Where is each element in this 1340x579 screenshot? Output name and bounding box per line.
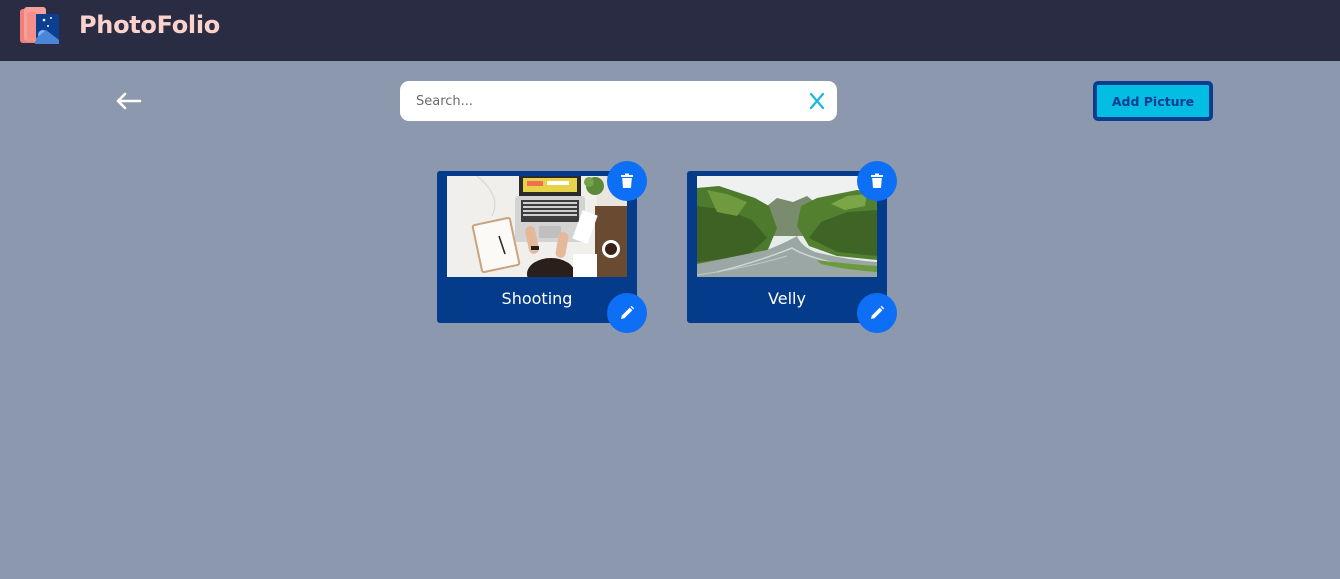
- laptop-desk-photo[interactable]: [447, 176, 627, 277]
- trash-icon: [621, 173, 633, 188]
- clear-search-button[interactable]: [809, 92, 825, 110]
- image-title: Velly: [768, 289, 806, 308]
- image-card[interactable]: Velly: [687, 161, 897, 333]
- photo-album-icon[interactable]: [18, 6, 62, 48]
- trash-icon: [871, 173, 883, 188]
- edit-image-button[interactable]: [607, 293, 647, 333]
- search-bar: [400, 81, 837, 121]
- edit-image-button[interactable]: [857, 293, 897, 333]
- canyon-river-photo[interactable]: [697, 176, 877, 277]
- pencil-icon: [871, 305, 885, 319]
- add-picture-button[interactable]: Add Picture: [1093, 81, 1213, 121]
- close-icon: [809, 92, 825, 110]
- image-title: Shooting: [501, 289, 573, 308]
- pencil-icon: [621, 305, 635, 319]
- brand-title[interactable]: PhotoFolio: [79, 11, 220, 39]
- arrow-left-icon: [116, 92, 142, 110]
- delete-image-button[interactable]: [607, 161, 647, 201]
- search-input[interactable]: [416, 82, 806, 120]
- image-card[interactable]: Shooting: [437, 161, 647, 333]
- navbar: PhotoFolio: [0, 0, 1340, 61]
- delete-image-button[interactable]: [857, 161, 897, 201]
- back-button[interactable]: [112, 88, 144, 114]
